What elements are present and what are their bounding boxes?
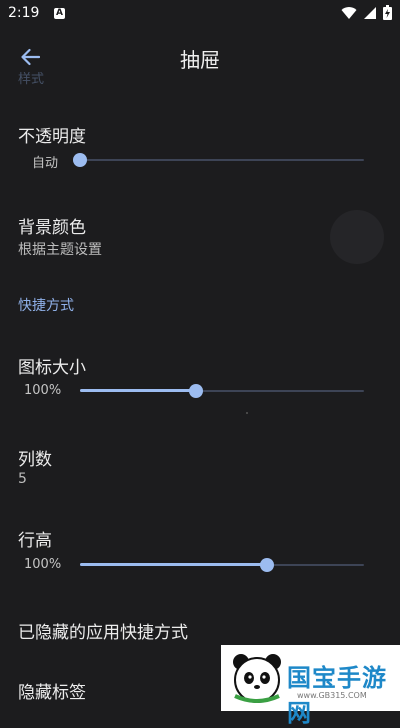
status-icons <box>341 4 392 24</box>
slider-fill <box>80 563 268 566</box>
icon-size-title: 图标大小 <box>18 358 86 378</box>
row-height-value-label: 100% <box>24 557 62 572</box>
columns-value: 5 <box>18 471 27 487</box>
battery-icon <box>383 4 392 24</box>
icon-size-value-label: 100% <box>24 383 62 398</box>
row-height-setting[interactable]: 行高 100% <box>0 518 400 588</box>
slider-thumb[interactable] <box>73 153 87 167</box>
columns-title: 列数 <box>18 450 52 470</box>
opacity-setting[interactable]: 不透明度 自动 <box>0 112 400 182</box>
status-bar: 2:19 A <box>0 0 400 28</box>
app-bar: 抽屉 <box>0 28 400 90</box>
hidden-labels-title: 隐藏标签 <box>18 683 86 703</box>
section-header-shortcuts: 快捷方式 <box>18 298 74 314</box>
opacity-value-label: 自动 <box>32 156 59 171</box>
panda-logo-icon <box>229 650 285 710</box>
row-height-slider[interactable] <box>80 555 364 575</box>
columns-setting[interactable]: 列数 5 <box>0 437 400 497</box>
watermark: 国宝手游网 www.GB315.COM <box>221 645 400 727</box>
slider-thumb[interactable] <box>189 384 204 398</box>
opacity-slider[interactable] <box>73 150 364 170</box>
hidden-shortcuts-title: 已隐藏的应用快捷方式 <box>18 623 188 643</box>
scrolled-section-label: 样式 <box>18 72 45 87</box>
page-title: 抽屉 <box>180 48 220 72</box>
signal-icon <box>363 5 377 24</box>
slider-fill <box>80 389 197 392</box>
row-height-title: 行高 <box>18 531 52 551</box>
background-color-subtitle: 根据主题设置 <box>18 242 102 258</box>
status-time: 2:19 <box>8 5 40 21</box>
slider-track <box>80 159 364 161</box>
slider-thumb[interactable] <box>260 558 275 572</box>
background-color-title: 背景颜色 <box>18 218 86 238</box>
color-swatch[interactable] <box>330 210 384 264</box>
watermark-url: www.GB315.COM <box>297 691 367 700</box>
wifi-icon <box>341 5 357 24</box>
icon-size-slider[interactable] <box>80 381 364 401</box>
hidden-shortcuts-setting[interactable]: 已隐藏的应用快捷方式 <box>0 610 400 650</box>
icon-size-setting[interactable]: 图标大小 100% <box>0 345 400 415</box>
notification-icon: A <box>54 8 65 19</box>
opacity-title: 不透明度 <box>18 127 86 147</box>
divider-dot <box>246 412 248 414</box>
